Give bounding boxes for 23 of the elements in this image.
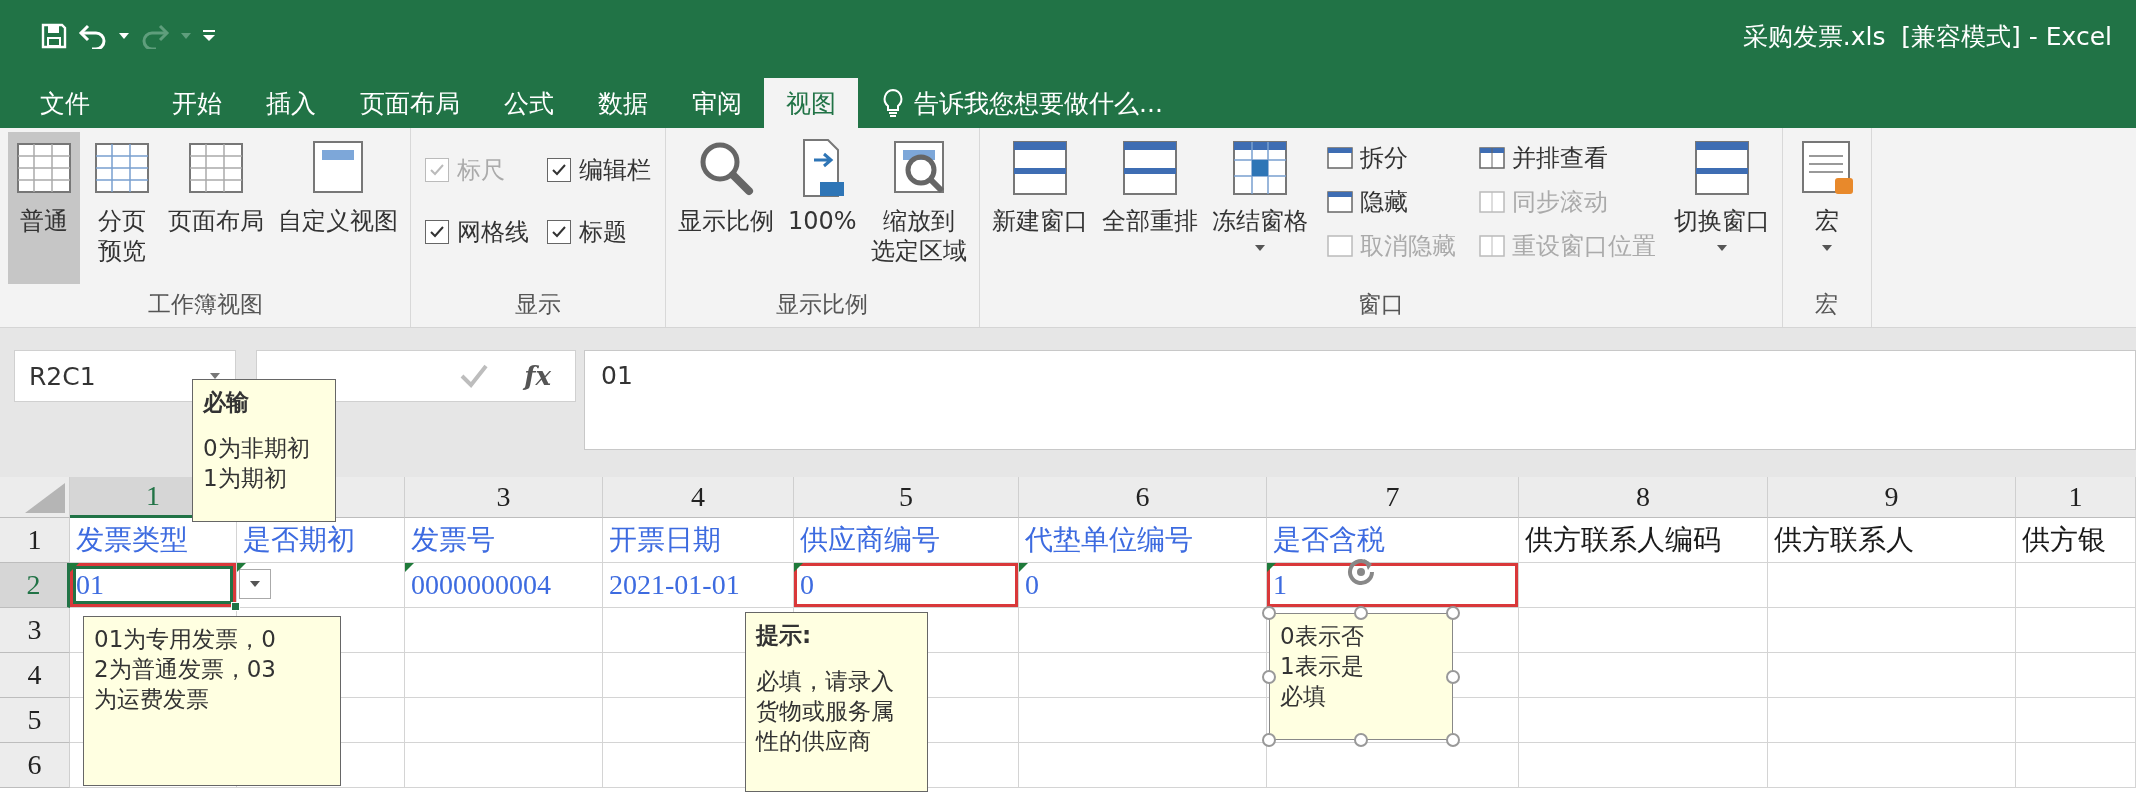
group-label: 显示比例 — [776, 290, 869, 319]
cell-text: 01 — [76, 569, 104, 601]
cell-text: 0 — [1025, 569, 1039, 601]
cell-text: 发票号 — [411, 523, 495, 557]
cell-text: 0 — [800, 569, 814, 601]
window-title: 采购发票.xls [兼容模式] - Excel — [1742, 20, 2112, 53]
group-label: 工作簿视图 — [147, 290, 263, 319]
cell-text: 2021-01-01 — [609, 569, 740, 601]
cell-text: 代垫单位编号 — [1025, 523, 1193, 557]
cell-text: 供应商编号 — [800, 523, 940, 557]
cell-text: 是否含税 — [1273, 523, 1385, 557]
cell-text: 0000000004 — [411, 569, 551, 601]
name-box-value: R2C1 — [29, 361, 96, 391]
cell-text: 1 — [1273, 569, 1287, 601]
cell-text: 开票日期 — [609, 523, 721, 557]
group-label: 显示 — [515, 290, 561, 319]
cell-text: 供方银 — [2022, 523, 2106, 557]
group-label: 宏 — [1815, 290, 1839, 319]
cell-text: 供方联系人编码 — [1525, 523, 1721, 557]
cell-text: 是否期初 — [243, 523, 355, 557]
cell-text: 供方联系人 — [1774, 523, 1914, 557]
group-label: 窗口 — [1357, 290, 1404, 319]
cell-text: 发票类型 — [76, 523, 188, 557]
